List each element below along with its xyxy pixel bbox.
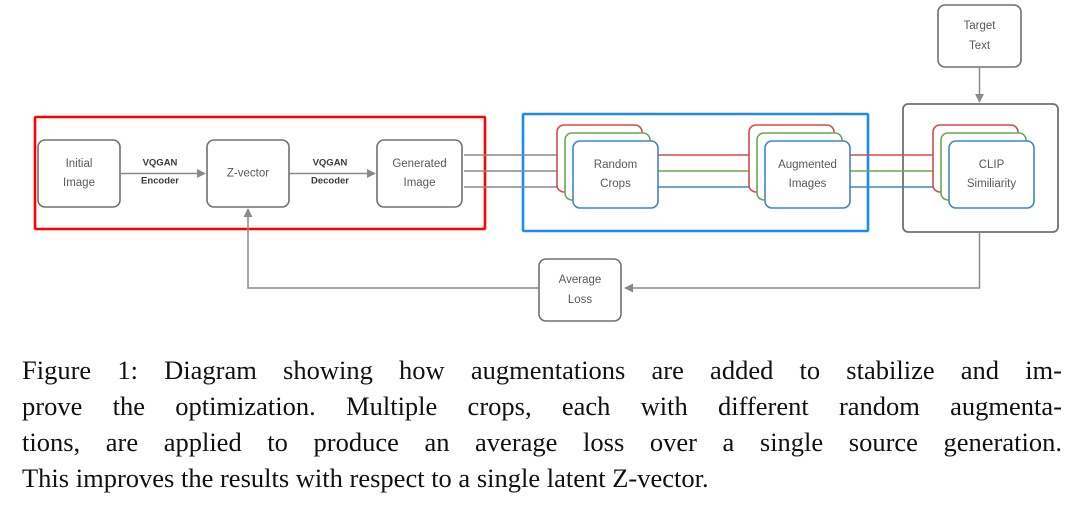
z-vector-label: Z-vector (227, 168, 269, 180)
wire-clip-to-average-loss (624, 232, 981, 293)
initial-image-box (37, 139, 121, 208)
diagram-canvas: Random Crops Augmented Images CLIP Simil… (33, 4, 1059, 322)
wire-average-loss-to-zvector (243, 208, 539, 289)
figure-diagram: Random Crops Augmented Images CLIP Simil… (0, 0, 1080, 345)
clip-similarity-card-blue (948, 140, 1035, 209)
clip-similarity-label-line2: Similiarity (967, 178, 1016, 190)
caption-line-2: prove the optimization. Multiple crops, … (22, 391, 1062, 421)
generated-image-box (376, 139, 463, 208)
generated-image-label-line1: Generated (392, 158, 446, 170)
vqgan-encoder-label-line2: Encoder (141, 176, 179, 187)
random-crops-label-line2: Crops (600, 178, 631, 190)
initial-image-label-line2: Image (63, 177, 95, 189)
initial-image-label-line1: Initial (66, 158, 93, 170)
random-crops-card-blue (572, 140, 659, 209)
target-text-label-line2: Text (969, 40, 991, 52)
caption-line-4: This improves the results with respect t… (22, 463, 709, 493)
random-crops-label-line1: Random (594, 159, 637, 171)
augmented-images-label-line2: Images (789, 178, 827, 190)
caption-line-1: Figure 1: Diagram showing how augmentati… (22, 355, 1062, 385)
average-loss-label-line1: Average (559, 274, 602, 286)
figure-caption: Figure 1: Diagram showing how augmentati… (22, 352, 1062, 496)
vqgan-decoder-label-line2: Decoder (311, 176, 349, 187)
clip-similarity-label-line1: CLIP (979, 159, 1005, 171)
augmented-images-label-line1: Augmented (778, 159, 837, 171)
augmented-images-card-blue (764, 140, 851, 209)
average-loss-label-line2: Loss (568, 294, 593, 306)
vqgan-encoder-label-line1: VQGAN (143, 158, 178, 169)
generated-image-label-line2: Image (404, 177, 436, 189)
vqgan-decoder-label-line1: VQGAN (313, 158, 348, 169)
target-text-box (937, 4, 1022, 68)
average-loss-box (538, 258, 622, 322)
target-text-label-line1: Target (964, 20, 997, 32)
caption-line-3: tions, are applied to produce an average… (22, 427, 1062, 457)
